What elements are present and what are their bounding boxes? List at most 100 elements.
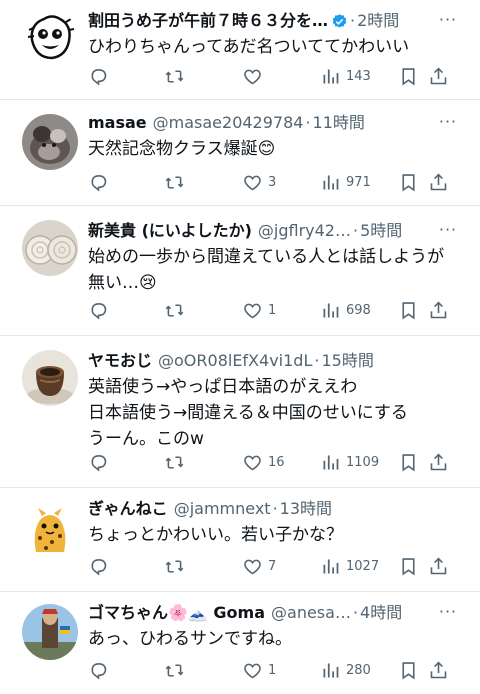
- views-button[interactable]: 1109: [320, 452, 379, 473]
- reply-icon: [91, 454, 107, 472]
- separator-dot: ·: [314, 351, 320, 370]
- bookmark-icon: [402, 557, 415, 575]
- more-icon[interactable]: ···: [434, 220, 462, 242]
- handle[interactable]: @masae20429784: [153, 112, 304, 134]
- tweet-header: ぎゃんねこ @jammnext · 13時間: [88, 498, 468, 520]
- tweet-header: ヤモおじ @oOR08lEfX4vi1dL · 15時間: [88, 350, 468, 372]
- share-button[interactable]: [428, 660, 449, 681]
- action-bar: 3 971: [88, 170, 472, 194]
- like-button[interactable]: 1: [242, 660, 276, 681]
- share-icon: [430, 557, 447, 574]
- avatar[interactable]: [22, 350, 78, 406]
- reply-button[interactable]: [88, 660, 109, 681]
- timestamp[interactable]: 5時間: [360, 220, 402, 242]
- action-bar: 143: [88, 64, 472, 88]
- retweet-icon: [165, 175, 184, 189]
- bookmark-button[interactable]: [398, 66, 419, 87]
- share-button[interactable]: [428, 66, 449, 87]
- tweet[interactable]: 割田うめ子が午前７時６３分を… · 2時間 ··· ひわりちゃんってあだ名ついて…: [0, 0, 480, 100]
- avatar[interactable]: [22, 604, 78, 660]
- retweet-button[interactable]: [164, 300, 185, 321]
- more-icon[interactable]: ···: [434, 602, 462, 624]
- views-button[interactable]: 698: [320, 300, 371, 321]
- like-count: 3: [268, 174, 277, 190]
- bookmark-icon: [402, 301, 415, 319]
- reply-button[interactable]: [88, 452, 109, 473]
- bookmark-button[interactable]: [398, 556, 419, 577]
- share-button[interactable]: [428, 556, 449, 577]
- retweet-button[interactable]: [164, 66, 185, 87]
- more-icon[interactable]: ···: [434, 10, 462, 32]
- handle[interactable]: @anesa…: [271, 602, 351, 624]
- bookmark-button[interactable]: [398, 660, 419, 681]
- like-count: 1: [268, 302, 277, 318]
- verified-icon: [331, 13, 348, 30]
- share-button[interactable]: [428, 172, 449, 193]
- like-count: 16: [268, 454, 285, 470]
- display-name[interactable]: ゴマちゃん🌸🗻 Goma: [88, 602, 265, 624]
- views-count: 280: [346, 662, 371, 678]
- like-button[interactable]: 16: [242, 452, 285, 473]
- avatar[interactable]: [22, 114, 78, 170]
- tweet-header: ゴマちゃん🌸🗻 Goma @anesa… · 4時間: [88, 602, 468, 624]
- like-button[interactable]: [242, 66, 263, 87]
- bookmark-button[interactable]: [398, 452, 419, 473]
- tweet[interactable]: 新美貴 (にいよしたか) @jgflry42… · 5時間 ··· 始めの一歩か…: [0, 206, 480, 336]
- tweet[interactable]: ゴマちゃん🌸🗻 Goma @anesa… · 4時間 ··· あっ、ひわるサンで…: [0, 592, 480, 694]
- views-count: 1109: [346, 454, 380, 470]
- handle[interactable]: @jammnext: [174, 498, 271, 520]
- tweet-text: あっ、ひわるサンですね。: [88, 626, 468, 652]
- timestamp[interactable]: 15時間: [321, 350, 373, 372]
- avatar[interactable]: [22, 10, 78, 66]
- tweet-header: masae @masae20429784 · 11時間: [88, 112, 468, 134]
- retweet-button[interactable]: [164, 556, 185, 577]
- handle[interactable]: @oOR08lEfX4vi1dL: [158, 350, 312, 372]
- retweet-icon: [165, 69, 184, 83]
- avatar[interactable]: [22, 220, 78, 276]
- reply-button[interactable]: [88, 172, 109, 193]
- display-name[interactable]: ヤモおじ: [88, 350, 152, 372]
- more-icon[interactable]: ···: [434, 112, 462, 134]
- like-button[interactable]: 7: [242, 556, 276, 577]
- views-button[interactable]: 143: [320, 66, 371, 87]
- like-icon: [244, 69, 261, 84]
- display-name[interactable]: masae: [88, 112, 147, 134]
- like-icon: [244, 663, 261, 678]
- bookmark-button[interactable]: [398, 172, 419, 193]
- reply-button[interactable]: [88, 556, 109, 577]
- views-button[interactable]: 1027: [320, 556, 379, 577]
- timestamp[interactable]: 4時間: [360, 602, 402, 624]
- retweet-icon: [165, 663, 184, 677]
- like-button[interactable]: 3: [242, 172, 276, 193]
- tweet-text-line: あっ、ひわるサンですね。: [88, 629, 292, 649]
- share-button[interactable]: [428, 452, 449, 473]
- reply-button[interactable]: [88, 66, 109, 87]
- views-button[interactable]: 280: [320, 660, 371, 681]
- tweet-text-line: 日本語使う→間違える＆中国のせいにする: [88, 403, 408, 423]
- avatar[interactable]: [22, 502, 78, 558]
- separator-dot: ·: [352, 603, 359, 622]
- timestamp[interactable]: 2時間: [357, 10, 399, 32]
- tweet[interactable]: ヤモおじ @oOR08lEfX4vi1dL · 15時間 英語使う→やっぱ日本語…: [0, 336, 480, 488]
- display-name[interactable]: 新美貴 (にいよしたか): [88, 220, 252, 242]
- action-bar: 7 1027: [88, 554, 472, 578]
- timestamp[interactable]: 11時間: [313, 112, 365, 134]
- views-count: 971: [346, 174, 371, 190]
- display-name[interactable]: 割田うめ子が午前７時６３分を…: [88, 10, 328, 32]
- tweet[interactable]: masae @masae20429784 · 11時間 ··· 天然記念物クラス…: [0, 100, 480, 206]
- views-button[interactable]: 971: [320, 172, 371, 193]
- like-button[interactable]: 1: [242, 300, 276, 321]
- tweet-text-line: ちょっとかわいい。若い子かな？: [88, 525, 343, 545]
- retweet-button[interactable]: [164, 172, 185, 193]
- tweet[interactable]: ぎゃんねこ @jammnext · 13時間 ちょっとかわいい。若い子かな？ 7: [0, 488, 480, 592]
- retweet-button[interactable]: [164, 452, 185, 473]
- handle[interactable]: @jgflry42…: [258, 220, 351, 242]
- tweet-header: 割田うめ子が午前７時６３分を… · 2時間: [88, 10, 468, 32]
- bookmark-button[interactable]: [398, 300, 419, 321]
- tweet-text-line: 天然記念物クラス爆誕😊: [88, 139, 276, 159]
- reply-button[interactable]: [88, 300, 109, 321]
- timestamp[interactable]: 13時間: [280, 498, 332, 520]
- display-name[interactable]: ぎゃんねこ: [88, 498, 168, 520]
- share-button[interactable]: [428, 300, 449, 321]
- retweet-button[interactable]: [164, 660, 185, 681]
